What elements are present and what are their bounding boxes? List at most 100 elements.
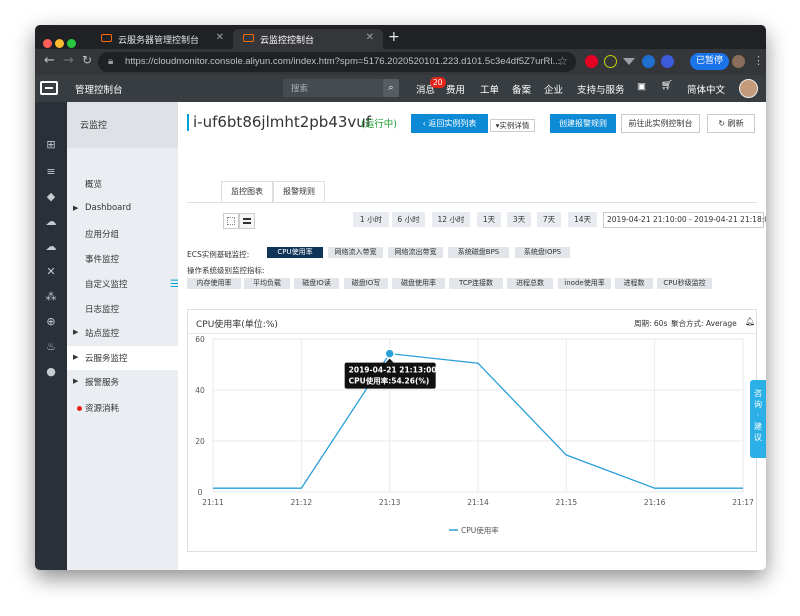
time-range-1d-button[interactable]: 1天 — [477, 212, 501, 227]
time-range-6h-button[interactable]: 6 小时 — [392, 212, 425, 227]
minimize-window-button[interactable] — [55, 39, 64, 48]
sidebar-item-log-monitor[interactable]: 日志监控 — [67, 297, 178, 321]
globe-icon[interactable]: ⊕ — [45, 316, 57, 328]
cloud-icon[interactable]: ☁ — [45, 216, 57, 228]
pinterest-extension-icon[interactable] — [585, 55, 598, 68]
sidebar-item-label: 事件监控 — [85, 255, 120, 265]
grid-icon[interactable]: ⊞ — [45, 139, 57, 151]
list-view-icon[interactable] — [239, 213, 255, 229]
url-text[interactable]: https://cloudmonitor.console.aliyun.com/… — [125, 56, 560, 67]
user-avatar[interactable] — [739, 79, 758, 98]
shield-extension-icon[interactable] — [642, 55, 655, 68]
close-tab-icon[interactable]: ✕ — [216, 32, 224, 43]
sidebar-item-site-monitor[interactable]: ▶ 站点监控 — [67, 321, 178, 345]
browser-menu-icon[interactable]: ⋮ — [753, 54, 764, 67]
page-title: i-uf6bt86jlmht2pb43vuf — [193, 113, 372, 131]
network-icon[interactable]: ✕ — [45, 266, 57, 278]
bookmark-star-icon[interactable]: ☆ — [557, 54, 568, 68]
feedback-tab[interactable]: 咨 询 · 建 议 — [750, 380, 766, 458]
metric-cpu-second-button[interactable]: CPU秒级监控 — [657, 278, 712, 289]
filing-link[interactable]: 备案 — [512, 82, 531, 96]
sidebar-item-dashboard[interactable]: ▶ Dashboard — [67, 197, 178, 221]
new-tab-icon[interactable]: + — [388, 29, 400, 45]
instance-detail-dropdown[interactable]: ▾实例详情 — [490, 119, 535, 132]
metric-disk-iops-button[interactable]: 系统盘IOPS — [515, 247, 570, 258]
sidebar-item-overview[interactable]: 概览 — [67, 172, 178, 196]
extension-icon[interactable] — [661, 55, 674, 68]
search-icon[interactable]: ⌕ — [383, 79, 399, 97]
close-window-button[interactable] — [43, 39, 52, 48]
sidebar-item-app-groups[interactable]: 应用分组 — [67, 222, 178, 246]
browser-tab-active[interactable]: 云监控控制台 ✕ — [233, 29, 383, 49]
chart-panel: CPU使用率(单位:%) 周期: 60s 聚合方式: Average 🔔︎ 02… — [187, 309, 757, 552]
metric-memory-usage-button[interactable]: 内存使用率 — [187, 278, 241, 289]
database-icon[interactable]: ☁ — [45, 241, 57, 253]
sidebar-item-label: 日志监控 — [85, 305, 120, 315]
browser-tab[interactable]: 云服务器管理控制台 ✕ — [91, 29, 233, 49]
language-link[interactable]: 简体中文 — [687, 82, 725, 96]
sidebar-item-resource-usage[interactable]: 资源消耗 — [67, 396, 178, 420]
alarm-bell-icon[interactable]: 🔔︎ — [745, 317, 755, 326]
support-link[interactable]: 支持与服务 — [577, 82, 625, 96]
user-avatar-icon[interactable] — [732, 55, 745, 68]
metric-disk-usage-button[interactable]: 磁盘使用率 — [392, 278, 445, 289]
refresh-button[interactable]: ↻ 刷新 — [707, 114, 755, 133]
sidebar-item-custom-monitor[interactable]: 自定义监控 — [67, 272, 178, 296]
metric-load-average-button[interactable]: 平均负载 — [244, 278, 290, 289]
date-range-input[interactable]: 2019-04-21 21:10:00 - 2019-04-21 21:18:0… — [603, 212, 766, 228]
close-tab-icon[interactable]: ✕ — [366, 32, 374, 43]
cpu-usage-chart[interactable]: 0 20 40 60 21:11 21:12 21:13 21:14 21:15 21:16 21:… — [188, 334, 756, 552]
metric-disk-io-read-button[interactable]: 磁盘IO读 — [294, 278, 339, 289]
vpn-extension-icon[interactable] — [623, 58, 635, 65]
grid-view-icon[interactable] — [223, 213, 239, 229]
list-icon[interactable]: ≡ — [45, 166, 57, 178]
monitor-icon[interactable]: ♨ — [45, 341, 57, 353]
button-label: 刷新 — [727, 119, 744, 128]
enterprise-link[interactable]: 企业 — [544, 82, 563, 96]
create-alarm-rule-button[interactable]: 创建报警规则 — [550, 114, 616, 133]
forward-icon[interactable]: → — [63, 53, 74, 68]
billing-link[interactable]: 费用 — [446, 82, 465, 96]
metric-tcp-connections-button[interactable]: TCP连接数 — [449, 278, 503, 289]
button-label: 返回实例列表 — [428, 119, 477, 128]
circle-icon[interactable]: ● — [45, 366, 57, 378]
metric-disk-bps-button[interactable]: 系统磁盘BPS — [448, 247, 509, 258]
goto-instance-console-button[interactable]: 前往此实例控制台 — [621, 114, 700, 133]
time-range-7d-button[interactable]: 7天 — [537, 212, 561, 227]
lock-icon: 🔒︎ — [108, 56, 114, 67]
metric-process-count-button[interactable]: 进程数 — [615, 278, 653, 289]
caret-right-icon: ▶ — [73, 204, 79, 212]
cart-icon[interactable]: 🛒︎ — [661, 80, 673, 91]
zoom-window-button[interactable] — [67, 39, 76, 48]
time-range-1h-button[interactable]: 1 小时 — [353, 212, 389, 227]
sidebar-item-event-monitor[interactable]: 事件监控 — [67, 247, 178, 271]
terminal-icon[interactable]: ▣ — [637, 81, 646, 92]
workorder-link[interactable]: 工单 — [480, 82, 499, 96]
metric-cpu-usage-button[interactable]: CPU使用率 — [267, 247, 323, 258]
metric-network-out-button[interactable]: 网络流出带宽 — [388, 247, 443, 258]
layers-icon[interactable]: ◆ — [45, 191, 57, 203]
reload-icon[interactable]: ↻ — [82, 53, 92, 67]
search-input[interactable]: 搜索 — [283, 79, 398, 97]
time-range-14d-button[interactable]: 14天 — [568, 212, 597, 227]
metric-network-in-button[interactable]: 网络流入带宽 — [328, 247, 383, 258]
time-range-12h-button[interactable]: 12 小时 — [432, 212, 470, 227]
chart-tooltip: 2019-04-21 21:13:00CPU使用率:54.26(%) — [344, 358, 437, 389]
back-to-instance-list-button[interactable]: ‹ 返回实例列表 — [411, 114, 488, 133]
cluster-icon[interactable]: ⁂ — [45, 291, 57, 303]
tab-divider — [187, 202, 757, 203]
extension-icon[interactable] — [604, 55, 617, 68]
tab-alarm-rules[interactable]: 报警规则 — [273, 181, 325, 203]
profile-button[interactable]: 已暂停 — [690, 53, 730, 70]
sidebar-item-label: 应用分组 — [85, 230, 120, 240]
tab-monitor-charts[interactable]: 监控图表 — [221, 181, 273, 203]
metric-disk-io-write-button[interactable]: 磁盘IO写 — [344, 278, 388, 289]
sidebar-item-alarm-service[interactable]: ▶ 报警服务 — [67, 370, 178, 394]
address-bar[interactable]: 🔒︎ https://cloudmonitor.console.aliyun.c… — [98, 52, 576, 72]
metric-process-total-button[interactable]: 进程总数 — [507, 278, 553, 289]
console-home-link[interactable]: 管理控制台 — [75, 82, 123, 96]
time-range-3d-button[interactable]: 3天 — [507, 212, 531, 227]
sidebar-item-cloud-service-monitor[interactable]: ▶ 云服务监控 — [67, 346, 178, 370]
back-icon[interactable]: ← — [44, 53, 55, 68]
metric-inode-usage-button[interactable]: inode使用率 — [558, 278, 611, 289]
